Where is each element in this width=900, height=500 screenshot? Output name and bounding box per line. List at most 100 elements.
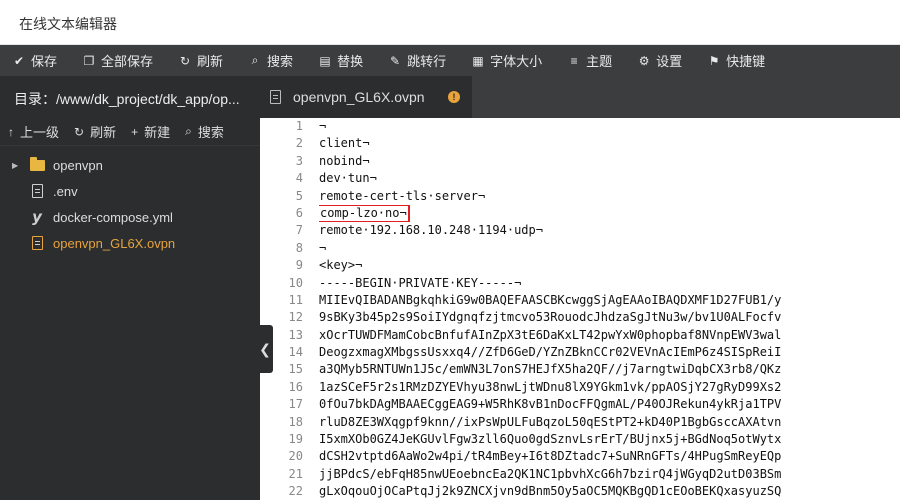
code-line[interactable]: -----BEGIN·PRIVATE·KEY-----¬ — [319, 275, 900, 292]
code-line[interactable]: a3QMyb5RNTUWn1J5c/emWN3L7onS7HEJfX5ha2QF… — [319, 361, 900, 378]
code-line[interactable]: 0fOu7bkDAgMBAAECggEAG9+W5RhK8vB1nDocFFQg… — [319, 396, 900, 413]
tree-item[interactable]: .env — [0, 178, 260, 204]
toolbar: ✔ 保存 ❐ 全部保存 ↻ 刷新 ⌕ 搜索 ▤ 替换 ✎ 跳转行 ▦ 字体大小 ≡ 主题 ⚙ 设置 ⚑ 快捷键 — [0, 45, 900, 76]
toolbar-button-label: 搜索 — [267, 54, 294, 69]
code-content[interactable]: ¬ client¬ nobind¬ dev·tun¬ remote-cert-tls·s… — [319, 118, 900, 500]
collapse-sidebar-button[interactable]: ❮ — [257, 325, 273, 373]
line-number: 8 — [295, 240, 303, 255]
code-line[interactable]: 1azSCeF5r2s1RMzDZYEVhyu38nwLjtWDnu8lX9YG… — [319, 379, 900, 396]
replace-icon: ▤ — [319, 53, 331, 68]
toolbar-button-label: 跳转行 — [407, 54, 447, 69]
sidebar-action-2[interactable]: + 新建 — [123, 122, 177, 141]
toolbar-button-3[interactable]: ⌕ 搜索 — [236, 45, 306, 76]
refresh-icon: ↻ — [74, 124, 85, 139]
line-number: 16 — [288, 379, 303, 394]
sidebar-action-label: 搜索 — [197, 125, 224, 140]
code-line[interactable]: 9sBKy3b45p2s9SoiIYdgnqfzjtmcvo53RouodcJh… — [319, 309, 900, 326]
toolbar-button-label: 快捷键 — [726, 54, 766, 69]
line-number: 9 — [295, 258, 303, 273]
folder-icon — [28, 156, 46, 171]
line-number: 6 — [295, 205, 303, 220]
toolbar-button-label: 主题 — [586, 54, 613, 69]
code-line[interactable]: dCSH2vtptd6AaWo2w4pi/tR4mBey+I6t8DZtadc7… — [319, 448, 900, 465]
line-number: 17 — [288, 397, 303, 412]
tree-item-label: docker-compose.yml — [53, 209, 173, 225]
window-title: 在线文本编辑器 — [19, 16, 117, 32]
toolbar-button-5[interactable]: ✎ 跳转行 — [376, 45, 459, 76]
sidebar-action-label: 刷新 — [90, 125, 117, 140]
line-number: 4 — [295, 171, 303, 186]
toolbar-button-8[interactable]: ⚙ 设置 — [625, 45, 695, 76]
tab-bar: openvpn_GL6X.ovpn ! — [260, 76, 900, 118]
chevron-left-icon: ❮ — [259, 340, 271, 357]
tree-item[interactable]: y docker-compose.yml — [0, 204, 260, 230]
line-number: 1 — [295, 119, 303, 133]
code-line[interactable]: xOcrTUWDFMamCobcBnfufAInZpX3tE6DaKxLT42p… — [319, 327, 900, 344]
line-number: 18 — [288, 414, 303, 429]
sidebar-action-0[interactable]: ↑ 上一级 — [0, 122, 66, 141]
toolbar-button-label: 字体大小 — [490, 54, 543, 69]
toolbar-button-label: 保存 — [31, 54, 58, 69]
code-line[interactable]: DeogzxmagXMbgssUsxxq4//ZfD6GeD/YZnZBknCC… — [319, 344, 900, 361]
code-line[interactable]: remote·192.168.10.248·1194·udp¬ — [319, 222, 900, 239]
line-number: 10 — [288, 275, 303, 290]
title-bar: 在线文本编辑器 — [0, 0, 900, 45]
save-all-icon: ❐ — [83, 53, 95, 68]
sidebar-actions: ↑ 上一级 ↻ 刷新 + 新建 ⌕ 搜索 — [0, 118, 260, 146]
tree-item[interactable]: ▶ openvpn — [0, 152, 260, 178]
line-number: 2 — [295, 136, 303, 151]
code-line[interactable]: ¬ — [319, 240, 900, 257]
code-editor[interactable]: 1 2 3 4 5 6 7 8 9 10 11 12 13 14 15 16 17 18 19 20 21 22 ¬ cli… — [260, 118, 900, 500]
tree-item-label: openvpn — [53, 157, 103, 173]
code-line[interactable]: rluD8ZE3WXqgpf9knn//ixPsWpULFuBqzoL50qES… — [319, 414, 900, 431]
code-line[interactable]: I5xmXOb0GZ4JeKGUvlFgw3zll6Quo0gdSznvLsrE… — [319, 431, 900, 448]
code-line[interactable]: nobind¬ — [319, 153, 900, 170]
code-line[interactable]: dev·tun¬ — [319, 170, 900, 187]
shortcut-icon: ⚑ — [708, 53, 720, 68]
caret-right-icon: ▶ — [12, 160, 19, 170]
unsaved-warning-icon: ! — [448, 91, 460, 103]
toolbar-button-2[interactable]: ↻ 刷新 — [166, 45, 236, 76]
code-line[interactable]: ¬ — [319, 118, 900, 135]
toolbar-button-9[interactable]: ⚑ 快捷键 — [695, 45, 778, 76]
sidebar-action-1[interactable]: ↻ 刷新 — [66, 122, 123, 141]
file-icon — [28, 236, 46, 250]
line-number: 21 — [288, 466, 303, 481]
line-number: 3 — [295, 153, 303, 168]
yaml-icon: y — [32, 208, 42, 226]
sidebar-action-3[interactable]: ⌕ 搜索 — [177, 122, 231, 141]
line-number-gutter: 1 2 3 4 5 6 7 8 9 10 11 12 13 14 15 16 17 18 19 20 21 22 — [260, 118, 312, 500]
line-number: 20 — [288, 449, 303, 464]
highlighted-code: comp-lzo·no¬ — [319, 204, 410, 223]
toolbar-button-0[interactable]: ✔ 保存 — [0, 45, 70, 76]
file-sidebar: 目录：/www/dk_project/dk_app/op... ↑ 上一级 ↻ 刷新 +… — [0, 76, 260, 500]
code-line[interactable]: <key>¬ — [319, 257, 900, 274]
code-line[interactable]: client¬ — [319, 135, 900, 152]
toolbar-button-label: 刷新 — [197, 54, 224, 69]
code-line[interactable]: jjBPdcS/ebFqH85nwUEoebncEa2QK1NC1pbvhXcG… — [319, 466, 900, 483]
check-icon: ✔ — [13, 53, 25, 68]
line-number: 11 — [288, 292, 303, 307]
code-line[interactable]: MIIEvQIBADANBgkqhkiG9w0BAQEFAASCBKcwggSj… — [319, 292, 900, 309]
sidebar-action-label: 上一级 — [20, 125, 60, 140]
toolbar-button-1[interactable]: ❐ 全部保存 — [70, 45, 166, 76]
file-icon — [270, 90, 281, 104]
directory-path: 目录：/www/dk_project/dk_app/op... — [14, 91, 240, 107]
sidebar-action-label: 新建 — [144, 125, 171, 140]
search-icon: ⌕ — [251, 53, 259, 67]
font-size-icon: ▦ — [472, 53, 484, 68]
refresh-icon: ↻ — [180, 53, 191, 68]
code-line[interactable]: comp-lzo·no¬ — [319, 204, 900, 223]
tab-label: openvpn_GL6X.ovpn — [293, 89, 425, 105]
toolbar-button-6[interactable]: ▦ 字体大小 — [459, 45, 555, 76]
search-icon: ⌕ — [185, 124, 192, 138]
settings-icon: ⚙ — [638, 53, 650, 68]
toolbar-button-7[interactable]: ≡ 主题 — [555, 45, 625, 76]
tree-item-label: .env — [53, 183, 78, 199]
tree-item[interactable]: openvpn_GL6X.ovpn — [0, 230, 260, 256]
goto-line-icon: ✎ — [390, 53, 401, 68]
tab-openvpn-file[interactable]: openvpn_GL6X.ovpn ! — [260, 76, 472, 118]
code-line[interactable]: remote-cert-tls·server¬ — [319, 188, 900, 205]
code-line[interactable]: gLxOqouOjOCaPtqJj2k9ZNCXjvn9dBnm5Oy5aOC5… — [319, 483, 900, 500]
toolbar-button-4[interactable]: ▤ 替换 — [306, 45, 376, 76]
